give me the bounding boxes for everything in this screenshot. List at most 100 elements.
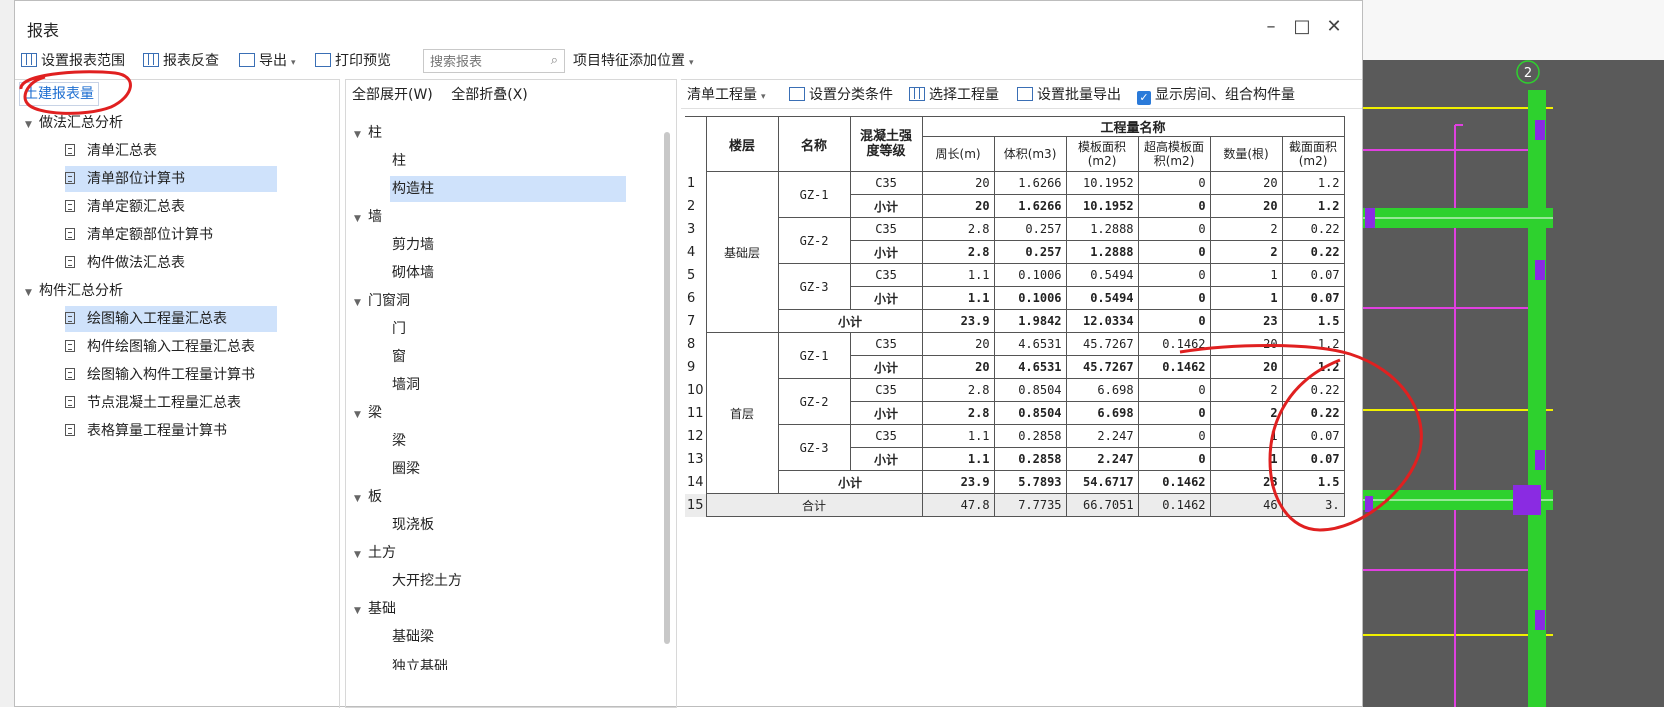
expand-arrow-icon[interactable]: ▼ xyxy=(354,290,368,316)
cell-value: 0.22 xyxy=(1281,378,1345,402)
report-item-selected[interactable]: 清单部位计算书 xyxy=(65,166,277,192)
chevron-down-icon: ▾ xyxy=(291,58,296,68)
window-title: 报表 xyxy=(27,21,60,40)
tree-node[interactable]: ▼ 板 xyxy=(354,484,382,510)
cell-value: 0.1462 xyxy=(1137,470,1211,494)
maximize-icon[interactable]: □ xyxy=(1290,16,1314,38)
minimize-icon[interactable]: – xyxy=(1259,16,1283,38)
table-floor-total-row[interactable]: 14 小计 23.9 5.7893 54.6717 0.1462 23 1.5 xyxy=(685,470,1345,494)
quantity-type-dropdown[interactable]: 清单工程量 ▾ xyxy=(687,84,766,106)
table-row[interactable]: 3 GZ-2 C35 2.8 0.257 1.2888 0 2 0.22 xyxy=(685,217,1345,264)
cell-value: 0 xyxy=(1137,378,1211,402)
tree-leaf[interactable]: 窗 xyxy=(392,344,406,370)
table-row[interactable]: 12 GZ-3 C35 1.1 0.2858 2.247 0 1 0.07 xyxy=(685,424,1345,471)
set-classification-button[interactable]: 设置分类条件 xyxy=(789,84,893,106)
report-window: 报表 – □ ✕ 设置报表范围 报表反查 导出▾ 打印预览 ⌕ 项目特征添加位置… xyxy=(14,0,1363,708)
expand-arrow-icon[interactable]: ▼ xyxy=(354,598,368,624)
report-item[interactable]: 绘图输入构件工程量计算书 xyxy=(65,362,277,388)
batch-export-button[interactable]: 设置批量导出 xyxy=(1017,84,1121,106)
search-icon[interactable]: ⌕ xyxy=(551,53,558,68)
expand-all-button[interactable]: 全部展开(W) xyxy=(352,87,433,103)
table-row[interactable]: 8 首层 GZ-1 C35 20 4.6531 45.7267 0.1462 20 1.2 xyxy=(685,332,1345,494)
tree-leaf[interactable]: 剪力墙 xyxy=(392,232,434,258)
report-toolbar: 设置报表范围 报表反查 导出▾ 打印预览 ⌕ 项目特征添加位置▾ xyxy=(15,47,1362,75)
cell-value: 0 xyxy=(1137,309,1211,333)
cell-value: 66.7051 xyxy=(1065,493,1139,517)
search-input[interactable] xyxy=(428,51,542,73)
cell-subtotal-label: 小计 xyxy=(849,286,923,310)
cell-name: GZ-1 xyxy=(777,171,851,218)
show-room-checkbox[interactable]: ✓ 显示房间、组合构件量 xyxy=(1137,84,1295,106)
report-item[interactable]: 清单汇总表 xyxy=(65,138,277,164)
tree-node[interactable]: ▼ 门窗洞 xyxy=(354,288,410,314)
export-button[interactable]: 导出 ▾ xyxy=(239,50,296,72)
export-icon xyxy=(239,53,255,67)
table-row[interactable]: 5 GZ-3 C35 1.1 0.1006 0.5494 0 1 0.07 xyxy=(685,263,1345,310)
tree-leaf[interactable]: 砌体墙 xyxy=(392,260,434,286)
scrollbar[interactable] xyxy=(664,132,670,644)
tree-leaf[interactable]: 圈梁 xyxy=(392,456,420,482)
checkbox-checked-icon[interactable]: ✓ xyxy=(1137,91,1151,105)
cell-value: 0.2858 xyxy=(993,424,1067,448)
cell-value: 2.247 xyxy=(1065,424,1139,448)
tree-node[interactable]: ▼ 土方 xyxy=(354,540,396,566)
table-floor-total-row[interactable]: 7 小计 23.9 1.9842 12.0334 0 23 1.5 xyxy=(685,309,1345,333)
collapse-all-button[interactable]: 全部折叠(X) xyxy=(451,87,528,103)
cell-value: 0 xyxy=(1137,240,1211,264)
expand-arrow-icon[interactable]: ▼ xyxy=(354,402,368,428)
cell-value: 0.5494 xyxy=(1065,263,1139,287)
report-item[interactable]: 节点混凝土工程量汇总表 xyxy=(65,390,277,416)
tree-leaf[interactable]: 独立基础 xyxy=(392,652,448,670)
report-item[interactable]: 清单定额部位计算书 xyxy=(65,222,277,248)
tree-node[interactable]: ▼ 墙 xyxy=(354,204,382,230)
report-item-highlighted[interactable]: 绘图输入工程量汇总表 xyxy=(65,306,277,332)
table-row[interactable]: 10 GZ-2 C35 2.8 0.8504 6.698 0 2 0.22 xyxy=(685,378,1345,425)
table-row[interactable]: 1 基础层 GZ-1 C35 20 1.6266 10.1952 0 20 1.2 xyxy=(685,171,1345,333)
cell-value: 0.22 xyxy=(1281,217,1345,241)
expand-arrow-icon[interactable]: ▼ xyxy=(354,206,368,232)
table-grand-total-row[interactable]: 15 合计 47.8 7.7735 66.7051 0.1462 46 3. xyxy=(685,493,1345,517)
document-icon xyxy=(65,424,75,436)
reverse-check-button[interactable]: 报表反查 xyxy=(143,50,219,72)
tree-node[interactable]: ▼ 柱 xyxy=(354,120,382,146)
print-preview-button[interactable]: 打印预览 xyxy=(315,50,391,72)
tree-group-component-summary[interactable]: ▼ 构件汇总分析 xyxy=(25,278,123,304)
search-report-box[interactable]: ⌕ xyxy=(423,49,565,73)
tree-leaf[interactable]: 梁 xyxy=(392,428,406,454)
tree-node[interactable]: ▼ 基础 xyxy=(354,596,396,622)
report-item[interactable]: 表格算量工程量计算书 xyxy=(65,418,277,444)
row-number: 7 xyxy=(685,309,707,333)
tree-leaf-selected[interactable]: 构造柱 xyxy=(390,176,626,202)
cell-value: 2 xyxy=(1209,378,1283,402)
cell-value: 0.8504 xyxy=(993,401,1067,425)
add-feature-position-dropdown[interactable]: 项目特征添加位置 ▾ xyxy=(573,50,694,72)
cell-grade: C35 xyxy=(849,332,923,356)
tree-leaf[interactable]: 大开挖土方 xyxy=(392,568,462,594)
tree-leaf[interactable]: 墙洞 xyxy=(392,372,420,398)
close-icon[interactable]: ✕ xyxy=(1322,16,1346,38)
expand-arrow-icon[interactable]: ▼ xyxy=(354,542,368,568)
cell-value: 0.1462 xyxy=(1137,332,1211,356)
tree-leaf[interactable]: 门 xyxy=(392,316,406,342)
cell-floor: 基础层 xyxy=(705,171,779,333)
row-number: 1 xyxy=(685,171,707,195)
report-item[interactable]: 构件做法汇总表 xyxy=(65,250,277,276)
expand-arrow-icon[interactable]: ▼ xyxy=(354,122,368,148)
cell-value: 0.1462 xyxy=(1137,493,1211,517)
expand-arrow-icon[interactable]: ▼ xyxy=(25,280,39,306)
drawing-canvas[interactable]: 2 xyxy=(1363,60,1664,707)
cell-value: 1.1 xyxy=(921,286,995,310)
select-quantity-button[interactable]: 选择工程量 xyxy=(909,84,999,106)
cell-value: 2.8 xyxy=(921,378,995,402)
cell-value: 0 xyxy=(1137,217,1211,241)
report-item[interactable]: 构件绘图输入工程量汇总表 xyxy=(65,334,277,360)
expand-arrow-icon[interactable]: ▼ xyxy=(354,486,368,512)
cell-value: 1.5 xyxy=(1281,309,1345,333)
tree-leaf[interactable]: 基础梁 xyxy=(392,624,434,650)
tree-node[interactable]: ▼ 梁 xyxy=(354,400,382,426)
tree-leaf[interactable]: 现浇板 xyxy=(392,512,434,538)
cell-value: 1.1 xyxy=(921,424,995,448)
report-item[interactable]: 清单定额汇总表 xyxy=(65,194,277,220)
cell-value: 1.2 xyxy=(1281,355,1345,379)
tree-leaf[interactable]: 柱 xyxy=(392,148,406,174)
